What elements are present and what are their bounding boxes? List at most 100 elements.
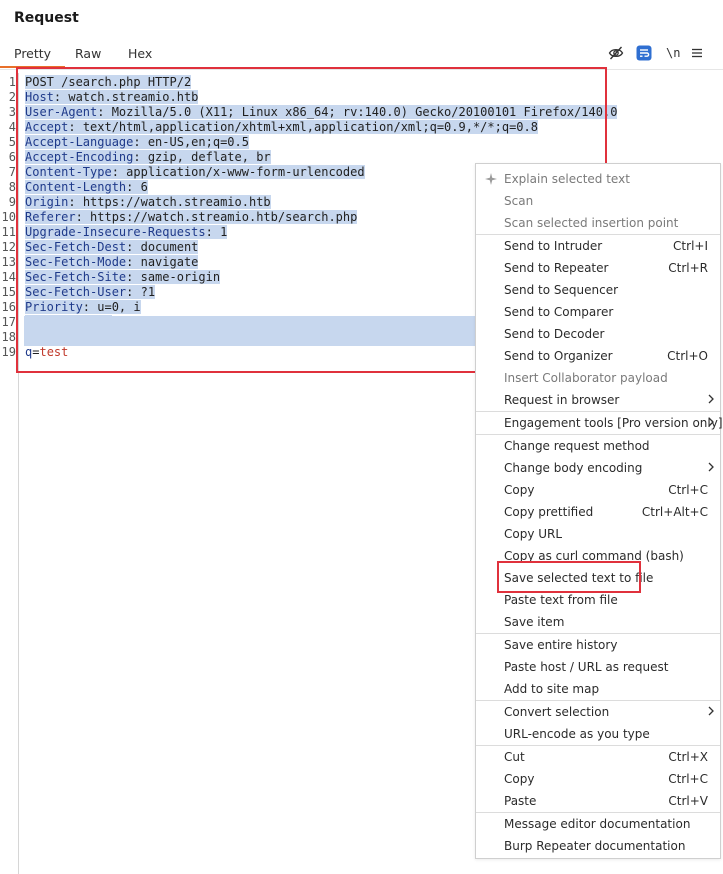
line-number: 14: [1, 270, 16, 284]
menu-item-label: Send to Intruder: [504, 239, 603, 253]
line-number: 6: [8, 150, 16, 164]
menu-item-label: Burp Repeater documentation: [504, 839, 686, 853]
menu-item-label: Paste host / URL as request: [504, 660, 669, 674]
menu-item-shortcut: Ctrl+X: [668, 750, 708, 764]
line-number: 15: [1, 285, 16, 299]
menu-item-label: Copy prettified: [504, 505, 594, 519]
menu-item-label: Explain selected text: [504, 172, 630, 186]
submenu-arrow-icon: [708, 706, 714, 716]
menu-item-label: Scan: [504, 194, 534, 208]
menu-item-label: Change body encoding: [504, 461, 643, 475]
menu-item-scan-selected-insertion-point: Scan selected insertion point: [476, 212, 720, 234]
menu-item-paste-host-url-as-request[interactable]: Paste host / URL as request: [476, 656, 720, 678]
menu-item-shortcut: Ctrl+C: [668, 483, 708, 497]
menu-item-shortcut: Ctrl+Alt+C: [641, 505, 708, 519]
menu-item-label: Send to Decoder: [504, 327, 605, 341]
line-number: 19: [1, 345, 16, 359]
submenu-arrow-icon: [708, 417, 714, 427]
context-menu: Explain selected text Scan Scan selected i…: [475, 163, 723, 859]
line-number: 3: [8, 105, 16, 119]
menu-item-send-to-organizer[interactable]: Send to Organizer Ctrl+O: [476, 345, 720, 367]
line-number: 4: [8, 120, 16, 134]
menu-item-send-to-sequencer[interactable]: Send to Sequencer: [476, 279, 720, 301]
menu-item-paste[interactable]: Paste Ctrl+V: [476, 790, 720, 812]
menu-item-save-entire-history[interactable]: Save entire history: [476, 634, 720, 656]
tab-raw[interactable]: Raw: [75, 46, 101, 61]
line-number: 1: [8, 75, 16, 89]
menu-item-send-to-comparer[interactable]: Send to Comparer: [476, 301, 720, 323]
menu-item-copy-url[interactable]: Copy URL: [476, 523, 720, 545]
line-number: 11: [1, 225, 16, 239]
menu-item-shortcut: Ctrl+I: [673, 239, 708, 253]
submenu-arrow-icon: [708, 394, 714, 404]
menu-item-label: Change request method: [504, 439, 650, 453]
menu-item-label: Scan selected insertion point: [504, 216, 679, 230]
line-number: 10: [1, 210, 16, 224]
line-number: 5: [8, 135, 16, 149]
sparkle-icon: [485, 173, 497, 185]
line-number: 2: [8, 90, 16, 104]
menu-item-engagement-tools-pro-version-only[interactable]: Engagement tools [Pro version only]: [476, 412, 723, 434]
line-number: 13: [1, 255, 16, 269]
hide-eye-icon[interactable]: [608, 45, 624, 61]
menu-item-copy[interactable]: Copy Ctrl+C: [476, 479, 720, 501]
line-number: 9: [8, 195, 16, 209]
menu-item-label: Copy: [504, 772, 535, 786]
menu-item-request-in-browser[interactable]: Request in browser: [476, 389, 720, 411]
menu-item-save-item[interactable]: Save item: [476, 611, 720, 633]
line-number: 17: [1, 315, 16, 329]
menu-item-label: Engagement tools [Pro version only]: [504, 416, 723, 430]
menu-item-copy[interactable]: Copy Ctrl+C: [476, 768, 720, 790]
menu-item-shortcut: Ctrl+O: [667, 349, 708, 363]
editor-tab-bar: Pretty Raw Hex \n: [0, 44, 723, 68]
menu-item-scan: Scan: [476, 190, 720, 212]
menu-item-label: Paste: [504, 794, 537, 808]
tab-pretty[interactable]: Pretty: [0, 46, 66, 68]
menu-item-label: Copy: [504, 483, 535, 497]
menu-item-label: Copy URL: [504, 527, 563, 541]
menu-item-label: Save entire history: [504, 638, 618, 652]
menu-item-label: Save item: [504, 615, 565, 629]
show-newlines-toggle[interactable]: \n: [666, 46, 680, 60]
panel-title: Request: [14, 10, 79, 26]
menu-item-send-to-repeater[interactable]: Send to Repeater Ctrl+R: [476, 257, 720, 279]
menu-item-copy-prettified[interactable]: Copy prettified Ctrl+Alt+C: [476, 501, 720, 523]
menu-item-label: Send to Organizer: [504, 349, 613, 363]
menu-item-label: URL-encode as you type: [504, 727, 650, 741]
menu-item-label: Cut: [504, 750, 525, 764]
line-number: 7: [8, 165, 16, 179]
highlight-box-save-selected: [497, 561, 641, 593]
menu-item-label: Request in browser: [504, 393, 620, 407]
menu-item-change-request-method[interactable]: Change request method: [476, 435, 720, 457]
menu-item-explain-selected-text: Explain selected text: [476, 168, 720, 190]
menu-item-label: Add to site map: [504, 682, 600, 696]
menu-item-convert-selection[interactable]: Convert selection: [476, 701, 720, 723]
menu-item-burp-repeater-documentation[interactable]: Burp Repeater documentation: [476, 835, 720, 857]
menu-item-label: Convert selection: [504, 705, 610, 719]
menu-item-label: Paste text from file: [504, 593, 618, 607]
menu-item-shortcut: Ctrl+C: [668, 772, 708, 786]
tab-hex[interactable]: Hex: [128, 46, 152, 61]
menu-item-shortcut: Ctrl+R: [668, 261, 708, 275]
menu-item-send-to-decoder[interactable]: Send to Decoder: [476, 323, 720, 345]
menu-item-url-encode-as-you-type[interactable]: URL-encode as you type: [476, 723, 720, 745]
line-number: 8: [8, 180, 16, 194]
line-number: 18: [1, 330, 16, 344]
menu-item-message-editor-documentation[interactable]: Message editor documentation: [476, 813, 720, 835]
menu-item-add-to-site-map[interactable]: Add to site map: [476, 678, 720, 700]
word-wrap-icon[interactable]: [636, 45, 652, 61]
menu-item-label: Send to Comparer: [504, 305, 614, 319]
submenu-arrow-icon: [708, 462, 714, 472]
menu-item-label: Message editor documentation: [504, 817, 691, 831]
menu-item-insert-collaborator-payload: Insert Collaborator payload: [476, 367, 720, 389]
menu-item-cut[interactable]: Cut Ctrl+X: [476, 746, 720, 768]
menu-item-send-to-intruder[interactable]: Send to Intruder Ctrl+I: [476, 235, 720, 257]
menu-item-label: Send to Sequencer: [504, 283, 619, 297]
hamburger-menu-icon[interactable]: [689, 45, 705, 61]
menu-item-shortcut: Ctrl+V: [668, 794, 708, 808]
menu-item-label: Send to Repeater: [504, 261, 609, 275]
line-number: 12: [1, 240, 16, 254]
line-number: 16: [1, 300, 16, 314]
menu-item-change-body-encoding[interactable]: Change body encoding: [476, 457, 720, 479]
menu-item-label: Insert Collaborator payload: [504, 371, 668, 385]
